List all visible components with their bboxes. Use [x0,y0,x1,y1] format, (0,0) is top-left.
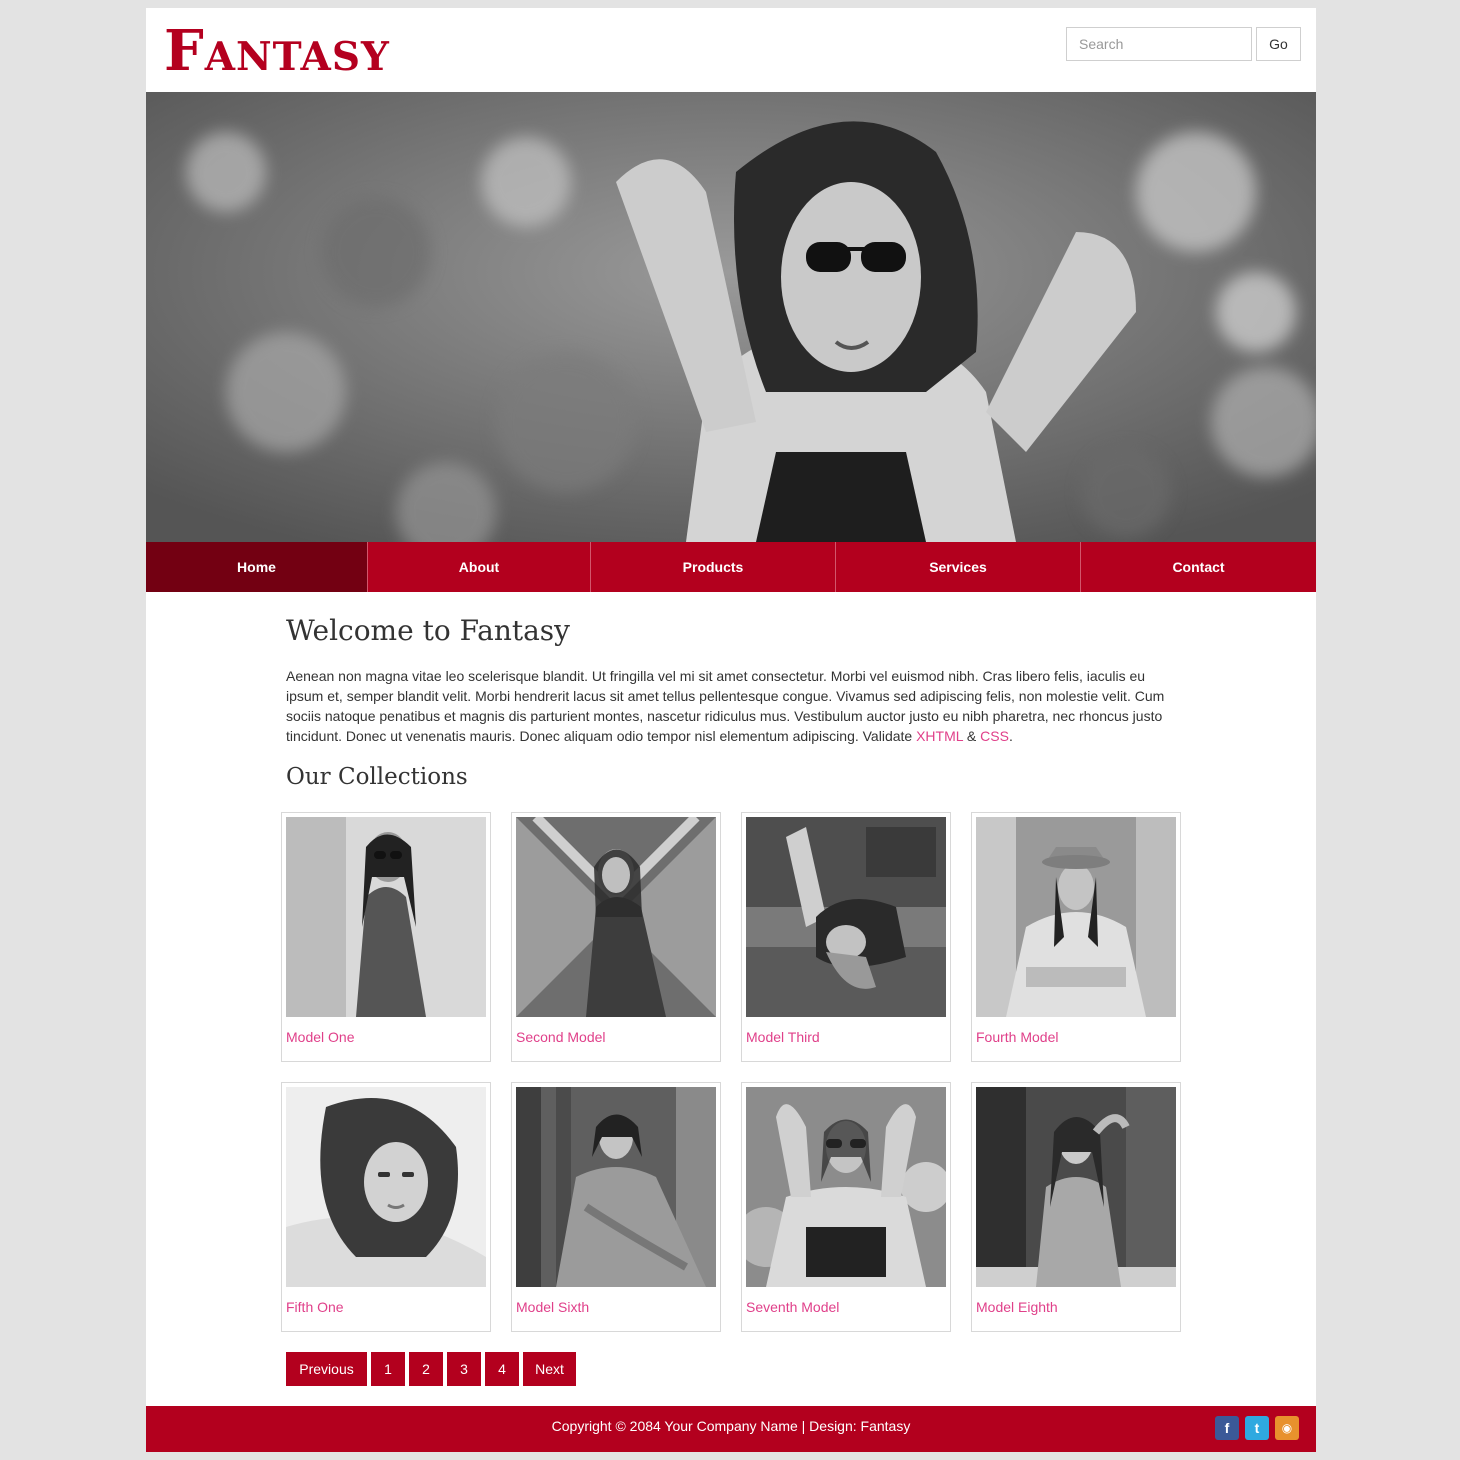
search-input[interactable] [1066,27,1252,61]
footer: Copyright © 2084 Your Company Name | Des… [146,1406,1316,1452]
search-go-button[interactable]: Go [1256,27,1301,61]
site-logo[interactable]: Fantasy [164,20,390,82]
pagination: Previous 1 2 3 4 Next [286,1352,576,1386]
rss-icon[interactable]: ◉ [1275,1416,1299,1440]
header: Fantasy Go [146,8,1316,92]
model-photo [746,1087,946,1287]
nav-item-home[interactable]: Home [146,542,368,592]
intro-period: . [1008,728,1013,744]
hero-photo [146,92,1316,542]
facebook-icon[interactable]: f [1215,1416,1239,1440]
welcome-heading: Welcome to Fantasy [286,614,570,647]
gallery-caption[interactable]: Second Model [516,1029,606,1045]
intro-paragraph: Aenean non magna vitae leo scelerisque b… [286,666,1186,746]
collections-heading: Our Collections [286,764,468,790]
copyright-text: Copyright © 2084 Your Company Name | Des… [551,1418,911,1434]
gallery-card[interactable]: Model Third [741,812,951,1062]
model-photo [286,1087,486,1287]
gallery-card[interactable]: Model Eighth [971,1082,1181,1332]
gallery-caption[interactable]: Model Third [746,1029,820,1045]
nav-item-about[interactable]: About [368,542,591,592]
model-photo [516,1087,716,1287]
nav-item-services[interactable]: Services [836,542,1081,592]
gallery-caption[interactable]: Model One [286,1029,354,1045]
gallery-caption[interactable]: Fourth Model [976,1029,1058,1045]
gallery-caption[interactable]: Fifth One [286,1299,344,1315]
intro-amp: & [963,728,981,744]
page-3-button[interactable]: 3 [447,1352,481,1386]
gallery-card[interactable]: Fourth Model [971,812,1181,1062]
gallery-card[interactable]: Second Model [511,812,721,1062]
gallery-card[interactable]: Seventh Model [741,1082,951,1332]
page-4-button[interactable]: 4 [485,1352,519,1386]
main-nav: Home About Products Services Contact [146,542,1316,592]
nav-item-products[interactable]: Products [591,542,836,592]
model-photo [516,817,716,1017]
hero-banner-image [146,92,1316,542]
xhtml-link[interactable]: XHTML [916,728,963,744]
page-container: Fantasy Go [146,8,1316,1452]
previous-page-button[interactable]: Previous [286,1352,367,1386]
gallery-card[interactable]: Model One [281,812,491,1062]
gallery-caption[interactable]: Model Eighth [976,1299,1058,1315]
gallery-card[interactable]: Fifth One [281,1082,491,1332]
model-photo [976,817,1176,1017]
nav-item-contact[interactable]: Contact [1081,542,1316,592]
model-photo [976,1087,1176,1287]
intro-text: Aenean non magna vitae leo scelerisque b… [286,668,1165,744]
next-page-button[interactable]: Next [523,1352,576,1386]
model-photo [286,817,486,1017]
page-1-button[interactable]: 1 [371,1352,405,1386]
gallery-caption[interactable]: Seventh Model [746,1299,839,1315]
gallery-card[interactable]: Model Sixth [511,1082,721,1332]
css-link[interactable]: CSS [980,728,1009,744]
gallery-caption[interactable]: Model Sixth [516,1299,589,1315]
page-2-button[interactable]: 2 [409,1352,443,1386]
twitter-icon[interactable]: t [1245,1416,1269,1440]
model-photo [746,817,946,1017]
